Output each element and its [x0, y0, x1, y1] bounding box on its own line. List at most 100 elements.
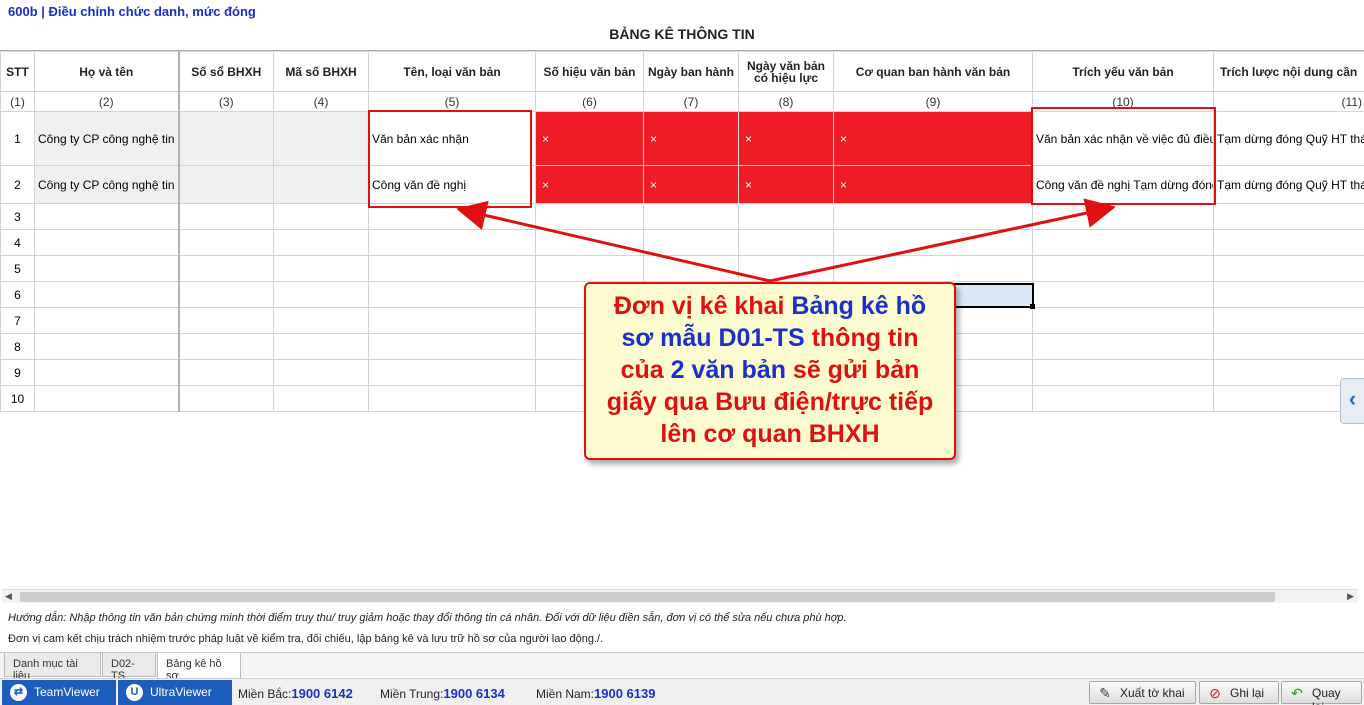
teamviewer-button[interactable]: ⇄ TeamViewer — [2, 680, 116, 705]
empty-cell[interactable] — [273, 333, 369, 360]
empty-cell[interactable] — [34, 281, 179, 308]
empty-cell[interactable] — [738, 229, 834, 256]
empty-cell[interactable] — [1213, 203, 1364, 230]
cell-doc-number-error[interactable]: × — [535, 165, 644, 204]
empty-cell[interactable] — [368, 385, 536, 412]
tab-records-list[interactable]: Bảng kê hồ sơ — [157, 653, 241, 682]
empty-cell[interactable] — [1213, 255, 1364, 282]
empty-cell[interactable] — [368, 229, 536, 256]
empty-cell[interactable] — [273, 385, 369, 412]
empty-cell[interactable] — [177, 255, 274, 282]
empty-cell[interactable] — [177, 359, 274, 386]
cell-excerpt[interactable]: Tạm dừng đóng Quỹ HT tháng 04/2020 — [1213, 111, 1364, 166]
cell-effective-date-error[interactable]: × — [738, 111, 834, 166]
empty-cell[interactable] — [368, 333, 536, 360]
empty-cell[interactable] — [34, 385, 179, 412]
empty-cell[interactable] — [1032, 307, 1214, 334]
empty-cell[interactable] — [1213, 333, 1364, 360]
col-header-summary[interactable]: Trích yếu văn bản — [1032, 51, 1214, 92]
empty-cell[interactable] — [177, 385, 274, 412]
empty-cell[interactable] — [833, 229, 1033, 256]
empty-cell[interactable] — [738, 203, 834, 230]
col-header-doc-number[interactable]: Số hiệu văn bản — [535, 51, 644, 92]
empty-cell[interactable] — [34, 359, 179, 386]
fill-handle[interactable] — [1030, 304, 1035, 309]
cell-book-no[interactable] — [177, 111, 274, 166]
empty-cell[interactable] — [177, 307, 274, 334]
empty-cell[interactable] — [535, 229, 644, 256]
scroll-left-icon[interactable]: ◀ — [5, 591, 12, 602]
empty-cell[interactable] — [368, 359, 536, 386]
col-header-effective-date[interactable]: Ngày văn bản có hiệu lực — [738, 51, 834, 92]
empty-cell[interactable] — [273, 203, 369, 230]
col-header-stt[interactable]: STT — [0, 51, 35, 92]
cell-name[interactable]: Công ty CP công nghệ tin học EFY Việt Na… — [34, 165, 179, 204]
empty-cell[interactable] — [273, 307, 369, 334]
empty-cell[interactable] — [368, 307, 536, 334]
cell-issue-date-error[interactable]: × — [643, 165, 739, 204]
empty-cell[interactable] — [643, 203, 739, 230]
save-button[interactable]: ⊘ Ghi lại — [1199, 681, 1279, 704]
empty-cell[interactable] — [1213, 229, 1364, 256]
empty-cell[interactable] — [535, 255, 644, 282]
col-header-excerpt[interactable]: Trích lược nội dung cần — [1213, 51, 1364, 92]
empty-cell[interactable] — [34, 333, 179, 360]
back-button[interactable]: ↶ Quay lại — [1281, 681, 1362, 705]
cell-book-no[interactable] — [177, 165, 274, 204]
empty-cell[interactable] — [177, 203, 274, 230]
scroll-right-icon[interactable]: ▶ — [1347, 591, 1354, 602]
cell-name[interactable]: Công ty CP công nghệ tin học EFY Việt Na… — [34, 111, 179, 166]
empty-cell[interactable] — [535, 203, 644, 230]
col-header-doc-type[interactable]: Tên, loại văn bản — [368, 51, 536, 92]
cell-insurance-code[interactable] — [273, 111, 369, 166]
table-row[interactable]: 5 — [0, 255, 1364, 282]
empty-cell[interactable] — [1032, 229, 1214, 256]
empty-cell[interactable] — [34, 229, 179, 256]
empty-cell[interactable] — [1032, 385, 1214, 412]
cell-issue-date-error[interactable]: × — [643, 111, 739, 166]
empty-cell[interactable] — [833, 203, 1033, 230]
empty-cell[interactable] — [1213, 307, 1364, 334]
scrollbar-thumb[interactable] — [20, 592, 1275, 602]
empty-cell[interactable] — [273, 359, 369, 386]
empty-cell[interactable] — [1213, 281, 1364, 308]
empty-cell[interactable] — [833, 255, 1033, 282]
empty-cell[interactable] — [1032, 203, 1214, 230]
col-header-book-no[interactable]: Số sổ BHXH — [177, 51, 274, 92]
empty-cell[interactable] — [643, 255, 739, 282]
table-row[interactable]: 3 — [0, 203, 1364, 230]
empty-cell[interactable] — [273, 281, 369, 308]
cell-doc-number-error[interactable]: × — [535, 111, 644, 166]
empty-cell[interactable] — [177, 333, 274, 360]
empty-cell[interactable] — [643, 229, 739, 256]
empty-cell[interactable] — [368, 281, 536, 308]
empty-cell[interactable] — [273, 255, 369, 282]
cell-effective-date-error[interactable]: × — [738, 165, 834, 204]
col-header-name[interactable]: Họ và tên — [34, 51, 179, 92]
export-button[interactable]: ✎ Xuất tờ khai — [1089, 681, 1196, 704]
cell-issuer-error[interactable]: × — [833, 111, 1033, 166]
tab-d02-ts[interactable]: D02-TS — [102, 653, 156, 682]
empty-cell[interactable] — [34, 307, 179, 334]
empty-cell[interactable] — [177, 229, 274, 256]
empty-cell[interactable] — [34, 255, 179, 282]
tab-document-list[interactable]: Danh mục tài liệu — [4, 653, 101, 682]
empty-cell[interactable] — [177, 281, 274, 308]
table-row[interactable]: 4 — [0, 229, 1364, 256]
empty-cell[interactable] — [1032, 359, 1214, 386]
empty-cell[interactable] — [273, 229, 369, 256]
empty-cell[interactable] — [1032, 281, 1214, 308]
empty-cell[interactable] — [368, 255, 536, 282]
empty-cell[interactable] — [738, 255, 834, 282]
col-header-insurance-code[interactable]: Mã số BHXH — [273, 51, 369, 92]
empty-cell[interactable] — [34, 203, 179, 230]
cell-insurance-code[interactable] — [273, 165, 369, 204]
col-header-issue-date[interactable]: Ngày ban hành — [643, 51, 739, 92]
empty-cell[interactable] — [1032, 333, 1214, 360]
cell-excerpt[interactable]: Tạm dừng đóng Quỹ HT tháng 04/2020 — [1213, 165, 1364, 204]
cell-issuer-error[interactable]: × — [833, 165, 1033, 204]
col-header-issuer[interactable]: Cơ quan ban hành văn bản — [833, 51, 1033, 92]
ultraviewer-button[interactable]: U UltraViewer — [118, 680, 232, 705]
empty-cell[interactable] — [1032, 255, 1214, 282]
collapse-panel-chevron-icon[interactable]: ‹ — [1340, 378, 1364, 424]
